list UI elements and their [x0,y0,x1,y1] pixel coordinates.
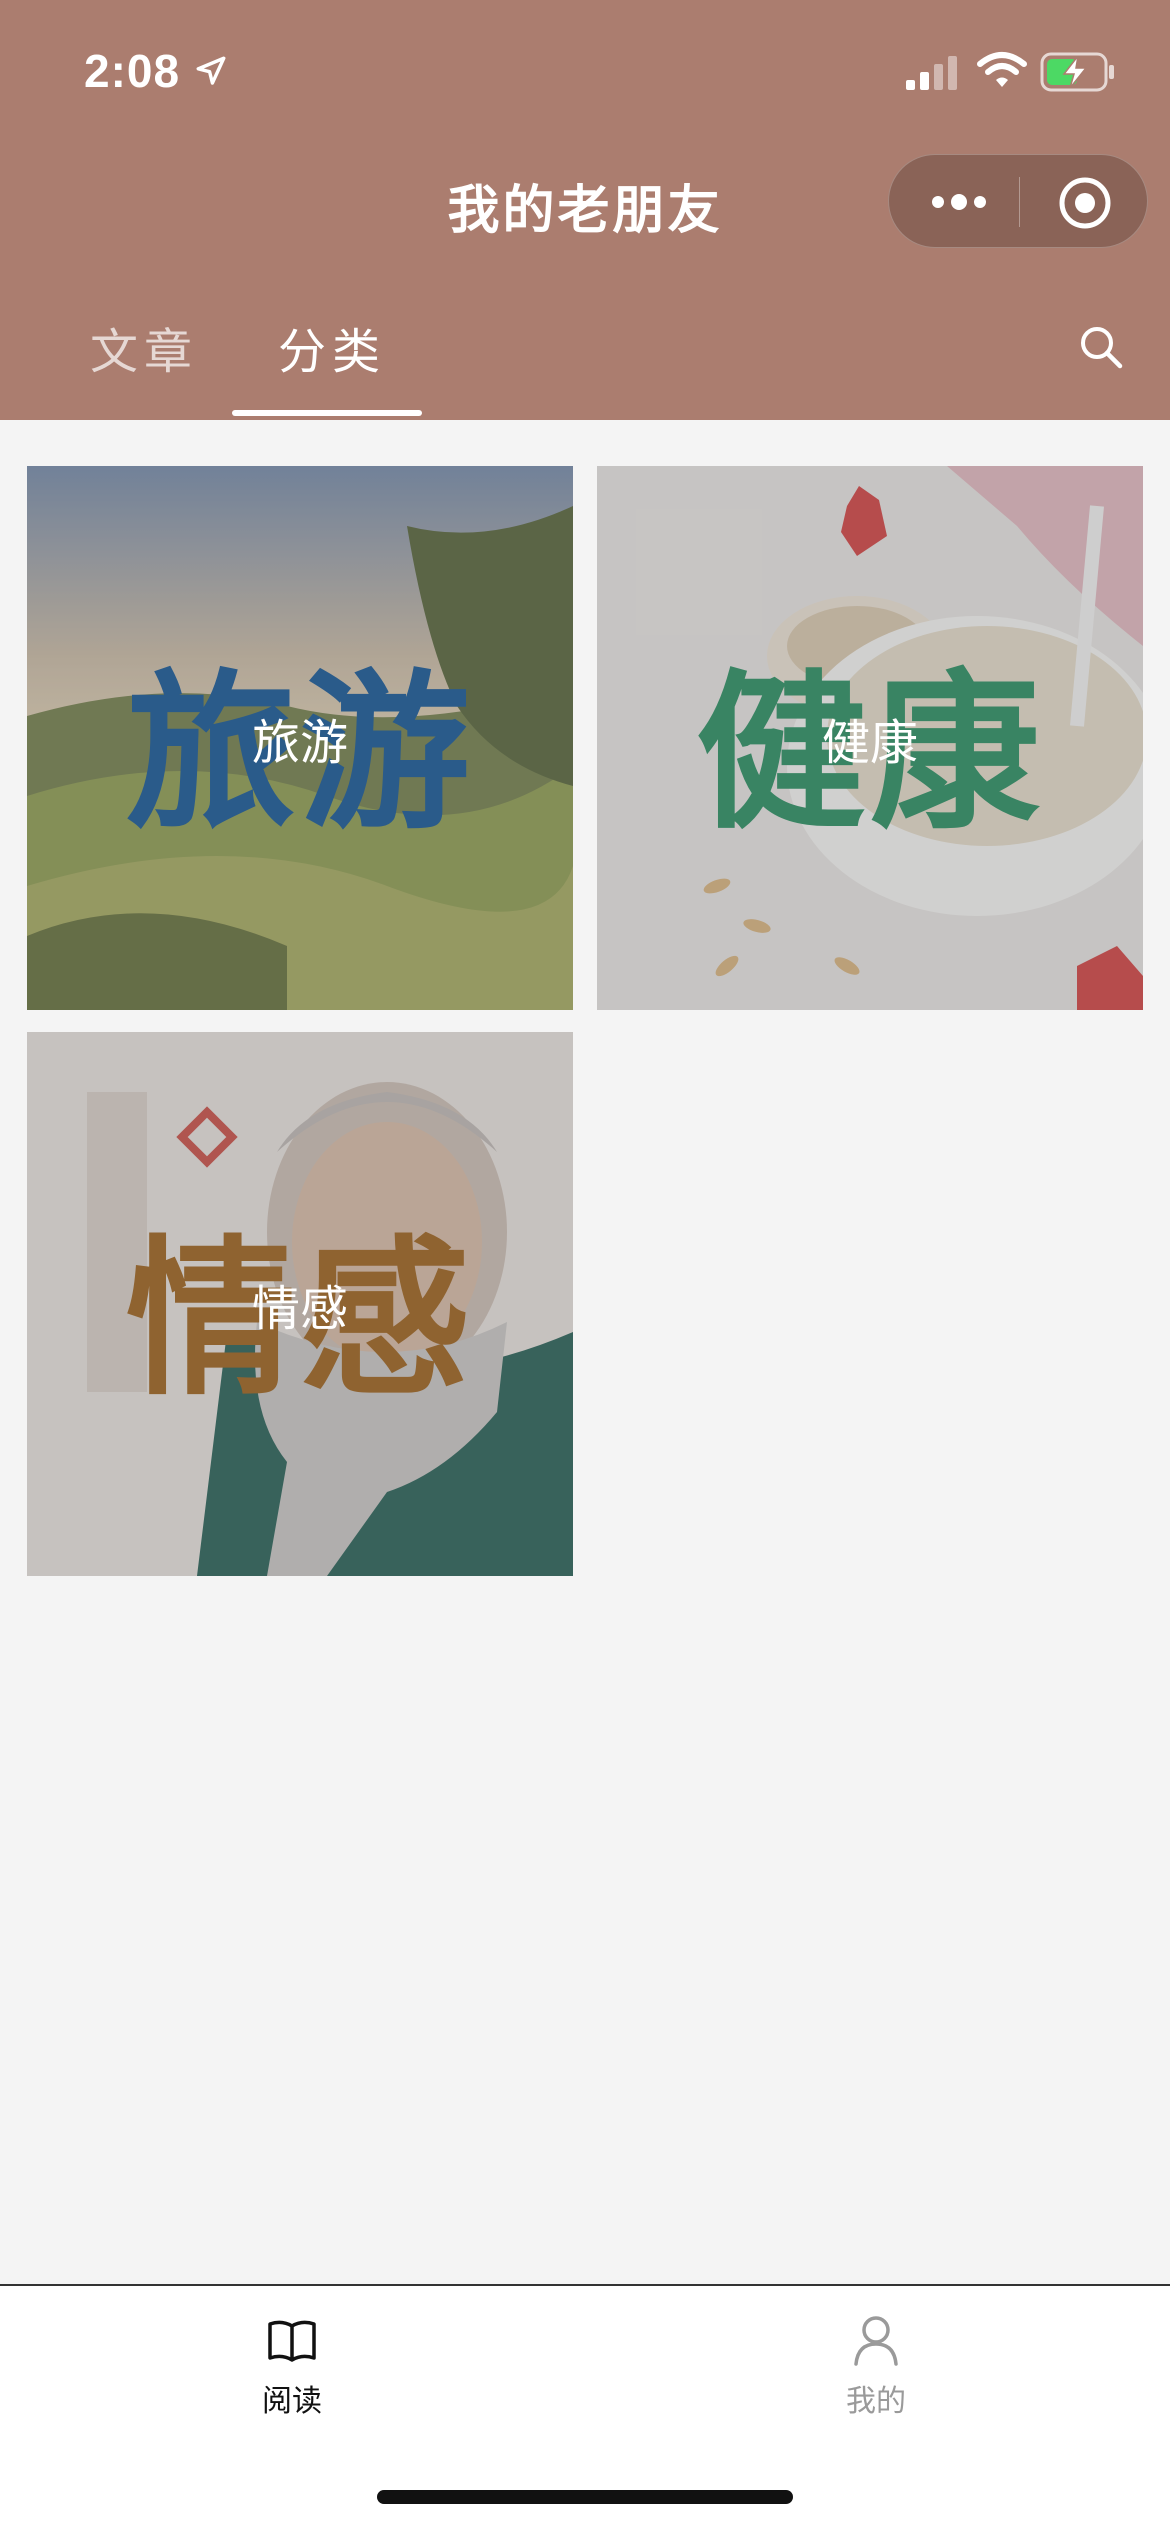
book-open-icon [268,2320,316,2362]
category-card-emotion[interactable]: 情感 情感 [27,1032,573,1576]
status-bar: 2:08 [0,0,1170,150]
location-arrow-icon [196,56,226,85]
more-dots-icon[interactable] [929,187,989,217]
person-icon [854,2316,898,2366]
mini-program-capsule [888,154,1148,248]
tabbar-label-mine: 我的 [846,2384,906,2419]
tabbar-item-read[interactable]: 阅读 [192,2312,392,2420]
tabbar-item-mine[interactable]: 我的 [776,2312,976,2420]
active-tab-indicator [232,410,422,416]
signal-icon [906,56,957,90]
status-time: 2:08 [84,45,181,97]
category-label-travel: 旅游 [251,715,348,771]
category-label-health: 健康 [821,715,918,771]
tab-articles[interactable]: 文章 [90,312,198,382]
category-card-travel[interactable]: 旅游 旅游 [27,466,573,1010]
search-icon[interactable] [1078,324,1124,370]
home-indicator [377,2490,793,2504]
wifi-icon [977,52,1027,87]
category-card-health[interactable]: 健康 健康 [597,466,1143,1010]
top-tabs: 文章 分类 [0,300,1170,420]
close-target-icon[interactable] [1057,175,1113,231]
category-label-emotion: 情感 [251,1281,348,1337]
battery-charging-icon [1040,52,1114,92]
tabbar-label-read: 阅读 [262,2384,322,2419]
header: 2:08 我的老朋友 文章 分类 [0,0,1170,420]
capsule-divider [1019,177,1020,227]
tab-categories[interactable]: 分类 [278,312,386,382]
